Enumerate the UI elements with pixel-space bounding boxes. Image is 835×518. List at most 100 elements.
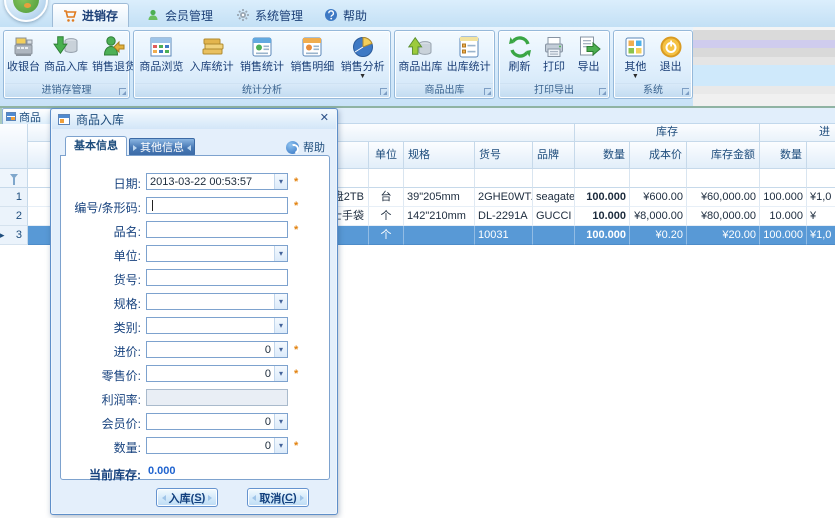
col-header-qty2[interactable]: 数量 (760, 142, 807, 169)
dropdown-arrow-icon[interactable]: ▾ (274, 294, 287, 309)
button-label: 收银台 (7, 61, 40, 73)
filter-cell[interactable] (404, 169, 475, 188)
filter-cell[interactable] (807, 169, 835, 188)
barcode-input[interactable] (146, 197, 288, 214)
stock-in-submit-button[interactable]: 入库(S) (156, 488, 218, 507)
cell-cost-price: ¥600.00 (630, 188, 687, 207)
dialog-title: 商品入库 (76, 111, 124, 128)
dialog-tab-basic-info[interactable]: 基本信息 (65, 136, 127, 156)
filter-cell[interactable] (760, 169, 807, 188)
col-header-stock-qty[interactable]: 数量 (575, 142, 630, 169)
print-button[interactable]: 打印 (539, 33, 569, 74)
exit-button[interactable]: 退出 (656, 33, 686, 74)
dropdown-arrow-icon[interactable]: ▾ (274, 342, 287, 357)
col-header-stock-amount[interactable]: 库存金额 (687, 142, 760, 169)
date-value: 2013-03-22 00:53:57 (147, 176, 274, 188)
tab-purchase-sale-inventory[interactable]: 进销存 (52, 3, 129, 27)
tab-label: 系统管理 (255, 7, 303, 24)
button-label: 商品出库 (398, 61, 442, 73)
help-link[interactable]: 帮助 (286, 139, 325, 155)
col-header-clipped[interactable] (807, 142, 835, 169)
field-row-spec: 规格: ▾ (51, 293, 339, 312)
grid-icon (6, 112, 16, 121)
filter-cell[interactable] (369, 169, 404, 188)
quantity-input[interactable]: 0 ▾ (146, 437, 288, 454)
field-row-category: 类别: ▾ (51, 317, 339, 336)
dropdown-arrow-icon[interactable]: ▼ (632, 74, 639, 80)
dialog-launcher-icon[interactable] (484, 88, 491, 95)
cell-sku: DL-2291A (475, 207, 533, 226)
orb-logo-dot (24, 3, 31, 8)
goods-stock-out-button[interactable]: 商品出库 (396, 33, 444, 74)
filter-cell[interactable] (475, 169, 533, 188)
filter-cell[interactable] (630, 169, 687, 188)
sku-input[interactable] (146, 269, 288, 286)
cell-clipped: ¥1,0 (807, 226, 835, 245)
cell-stock-qty: 100.000 (575, 188, 630, 207)
date-label: 日期: (55, 175, 141, 192)
cell-qty2: 100.000 (760, 188, 807, 207)
cashier-button[interactable]: 收银台 (5, 33, 42, 74)
member-price-input[interactable]: 0 ▾ (146, 413, 288, 430)
spec-select[interactable]: ▾ (146, 293, 288, 310)
goods-browse-button[interactable]: 商品浏览 (137, 33, 185, 74)
col-header-brand[interactable]: 品牌 (533, 142, 575, 169)
dialog-title-bar[interactable]: 商品入库 (52, 110, 336, 129)
close-icon[interactable]: ✕ (320, 111, 329, 124)
col-header-sku[interactable]: 货号 (475, 142, 533, 169)
other-button[interactable]: 其他 ▼ (620, 33, 650, 81)
help-icon (286, 141, 299, 154)
tab-help[interactable]: 帮助 (314, 3, 377, 27)
goods-stock-in-button[interactable]: 商品入库 (42, 33, 90, 74)
col-header-unit[interactable]: 单位 (369, 142, 404, 169)
ribbon-group-stock-out: 商品出库 出库统计 商品出库 (394, 30, 495, 99)
tab-member-management[interactable]: 会员管理 (136, 3, 223, 27)
dropdown-arrow-icon[interactable]: ▾ (274, 174, 287, 189)
field-row-unit: 单位: ▾ (51, 245, 339, 264)
col-header-spec[interactable]: 规格 (404, 142, 475, 169)
cell-cost-price: ¥0.20 (630, 226, 687, 245)
dropdown-arrow-icon[interactable]: ▾ (274, 438, 287, 453)
tab-system-management[interactable]: 系统管理 (226, 3, 313, 27)
tab-label: 会员管理 (165, 7, 213, 24)
filter-cell[interactable] (687, 169, 760, 188)
product-name-input[interactable] (146, 221, 288, 238)
field-row-product-name: 品名: * (51, 221, 339, 240)
sales-detail-button[interactable]: 销售明细 (288, 33, 336, 74)
sales-return-button[interactable]: 销售退货 (90, 33, 138, 74)
dropdown-arrow-icon[interactable]: ▼ (359, 74, 366, 80)
dialog-launcher-icon[interactable] (682, 88, 689, 95)
ribbon-group-system: 其他 ▼ 退出 系统 (613, 30, 693, 99)
unit-select[interactable]: ▾ (146, 245, 288, 262)
sales-analysis-button[interactable]: 销售分析 ▼ (339, 33, 387, 81)
export-button[interactable]: 导出 (574, 33, 604, 74)
category-select[interactable]: ▾ (146, 317, 288, 334)
dropdown-arrow-icon[interactable]: ▾ (274, 366, 287, 381)
col-header-cost-price[interactable]: 成本价 (630, 142, 687, 169)
purchase-price-value: 0 (147, 344, 274, 356)
required-marker: * (294, 176, 298, 188)
sales-stats-button[interactable]: 销售统计 (238, 33, 286, 74)
dropdown-arrow-icon[interactable]: ▾ (274, 414, 287, 429)
product-name-label: 品名: (55, 223, 141, 240)
retail-price-input[interactable]: 0 ▾ (146, 365, 288, 382)
stock-in-stats-button[interactable]: 入库统计 (188, 33, 236, 74)
filter-cell[interactable] (575, 169, 630, 188)
dialog-tab-other-info[interactable]: 其他信息 (129, 138, 195, 156)
filter-cell[interactable] (533, 169, 575, 188)
dropdown-arrow-icon[interactable]: ▾ (274, 246, 287, 261)
date-input[interactable]: 2013-03-22 00:53:57 ▾ (146, 173, 288, 190)
checklist-icon (456, 34, 482, 60)
required-marker: * (294, 224, 298, 236)
dialog-launcher-icon[interactable] (380, 88, 387, 95)
row-number: 1 (0, 188, 28, 207)
barcode-value (147, 200, 287, 211)
stock-out-stats-button[interactable]: 出库统计 (445, 33, 493, 74)
current-stock-row: 当前库存: 0.000 (51, 464, 339, 480)
purchase-price-input[interactable]: 0 ▾ (146, 341, 288, 358)
dialog-launcher-icon[interactable] (599, 88, 606, 95)
refresh-button[interactable]: 刷新 (505, 33, 535, 74)
dropdown-arrow-icon[interactable]: ▾ (274, 318, 287, 333)
dialog-launcher-icon[interactable] (119, 88, 126, 95)
cancel-button[interactable]: 取消(C) (247, 488, 309, 507)
